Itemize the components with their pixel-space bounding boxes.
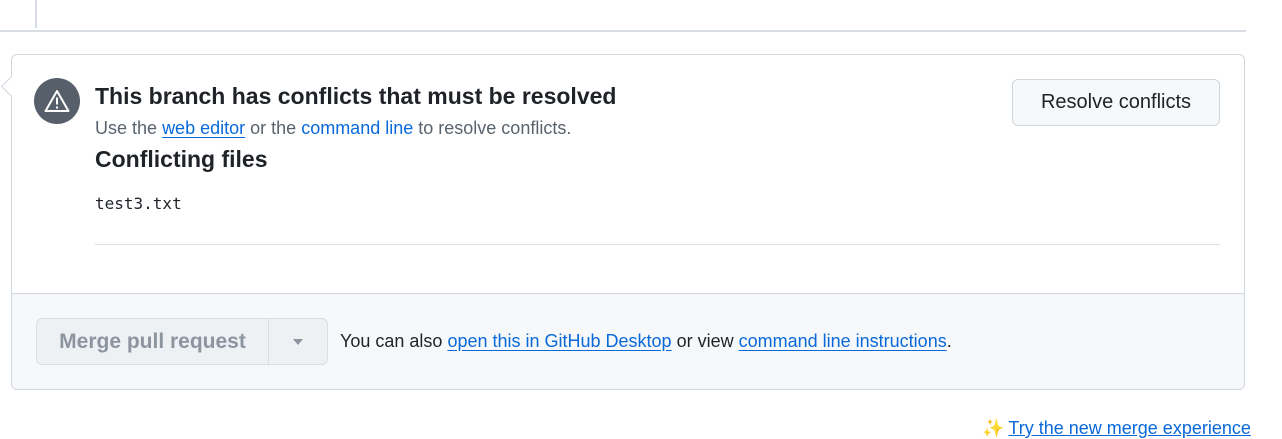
- conflicting-file: test3.txt: [95, 194, 182, 213]
- footer-suffix: .: [946, 331, 952, 351]
- footer-text: You can also open this in GitHub Desktop…: [340, 331, 952, 352]
- new-merge-experience-link[interactable]: Try the new merge experience: [1008, 418, 1250, 438]
- github-desktop-link[interactable]: open this in GitHub Desktop: [447, 331, 671, 351]
- sparkle-icon: ✨: [982, 418, 1005, 438]
- merge-button-group: Merge pull request: [36, 318, 328, 365]
- divider: [95, 244, 1220, 245]
- conflict-subtitle: Use the web editor or the command line t…: [95, 118, 571, 139]
- timeline-top: [0, 0, 1246, 32]
- footer-middle: or view: [676, 331, 734, 351]
- merge-method-dropdown[interactable]: [269, 319, 327, 364]
- merge-footer: Merge pull request You can also open thi…: [12, 293, 1244, 389]
- footer-prefix: You can also: [340, 331, 443, 351]
- command-line-link[interactable]: command line: [301, 118, 413, 138]
- command-line-instructions-link[interactable]: command line instructions: [739, 331, 947, 351]
- box-pointer: [0, 75, 23, 98]
- web-editor-link[interactable]: web editor: [162, 118, 245, 138]
- chevron-down-icon: [293, 338, 303, 345]
- timeline-line: [35, 0, 37, 28]
- subtitle-suffix: to resolve conflicts.: [418, 118, 572, 138]
- conflict-title: This branch has conflicts that must be r…: [95, 83, 617, 109]
- subtitle-prefix: Use the: [95, 118, 158, 138]
- merge-box: This branch has conflicts that must be r…: [0, 54, 1245, 390]
- alert-icon: [34, 78, 80, 124]
- merge-pull-request-button[interactable]: Merge pull request: [37, 319, 269, 364]
- subtitle-middle: or the: [250, 118, 297, 138]
- resolve-conflicts-button[interactable]: Resolve conflicts: [1012, 79, 1220, 126]
- conflicting-files-heading: Conflicting files: [95, 146, 268, 172]
- new-merge-experience: ✨ Try the new merge experience: [982, 418, 1251, 439]
